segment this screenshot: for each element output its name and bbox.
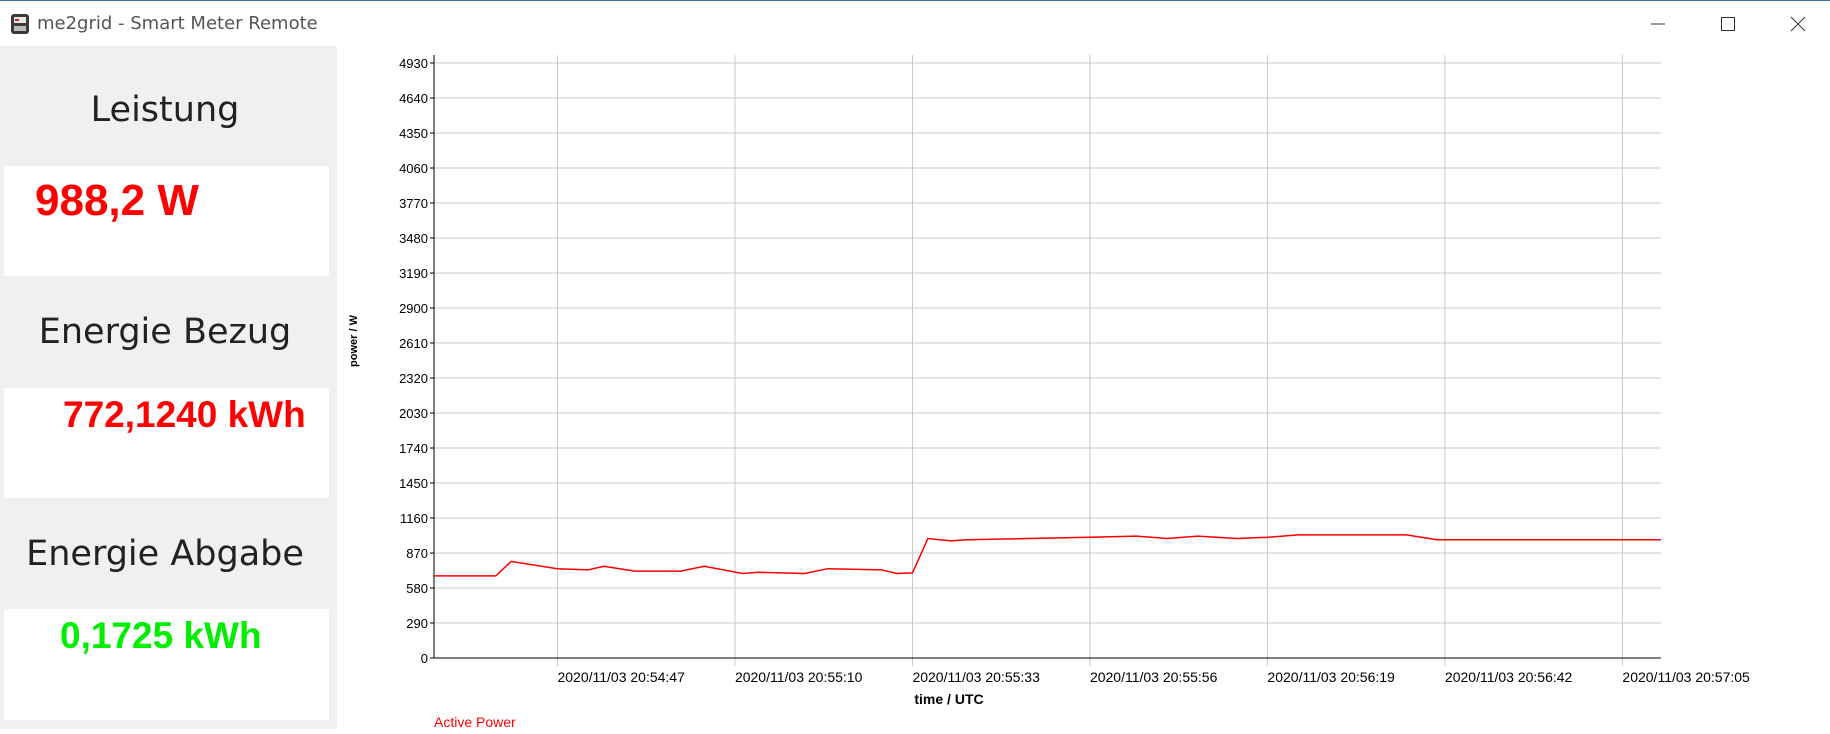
series-line-active-power <box>434 534 1661 577</box>
maximize-icon <box>1721 17 1735 31</box>
y-tick-label: 870 <box>406 546 428 561</box>
energy-import-value: 772,1240 kWh <box>63 394 306 435</box>
maximize-button[interactable] <box>1693 1 1763 47</box>
x-axis-label: time / UTC <box>914 691 983 707</box>
y-tick-label: 290 <box>406 616 428 631</box>
y-tick-label: 3480 <box>399 231 428 246</box>
x-tick-label: 2020/11/03 20:55:33 <box>912 669 1040 685</box>
y-tick-label: 0 <box>421 651 428 666</box>
minimize-icon <box>1651 23 1665 25</box>
y-tick-label: 1160 <box>400 511 428 526</box>
meter-app-icon <box>11 14 29 34</box>
power-value: 988,2 W <box>35 176 199 225</box>
x-tick-label: 2020/11/03 20:54:47 <box>557 669 685 685</box>
legend-active-power: Active Power <box>434 714 516 729</box>
y-tick-label: 4640 <box>399 91 428 106</box>
meter-sidebar: Leistung 988,2 W Energie Bezug 772,1240 … <box>0 46 337 729</box>
power-chart: 0 290 580 870 1160 1450 1740 2030 2320 2610 2900 31… <box>348 55 1750 730</box>
y-tick-label: 4350 <box>399 126 428 141</box>
x-tick-labels: 2020/11/03 20:54:47 2020/11/03 20:55:10 20… <box>557 669 1750 685</box>
y-tick-label: 2610 <box>399 336 428 351</box>
energy-export-value-box: 0,1725 kWh <box>4 609 329 720</box>
grid-lines <box>434 55 1661 666</box>
power-chart-area: 0 290 580 870 1160 1450 1740 2030 2320 2610 2900 31… <box>337 46 1830 730</box>
power-value-box: 988,2 W <box>4 166 329 276</box>
y-tick-label: 1450 <box>399 476 428 491</box>
x-tick-label: 2020/11/03 20:57:05 <box>1622 669 1750 685</box>
y-tick-label: 1740 <box>399 441 428 456</box>
x-tick-label: 2020/11/03 20:55:10 <box>735 669 863 685</box>
title-bar: me2grid - Smart Meter Remote <box>0 0 1830 46</box>
y-tick-label: 2900 <box>399 301 428 316</box>
x-tick-label: 2020/11/03 20:55:56 <box>1090 669 1218 685</box>
energy-import-label: Energie Bezug <box>38 312 292 352</box>
energy-import-value-box: 772,1240 kWh <box>4 388 329 498</box>
y-tick-label: 580 <box>406 581 428 596</box>
close-button[interactable] <box>1763 1 1830 47</box>
y-tick-label: 4060 <box>399 161 428 176</box>
y-tick-label: 2320 <box>399 371 428 386</box>
y-axis-label: power / W <box>348 314 360 367</box>
energy-export-value: 0,1725 kWh <box>60 615 262 656</box>
x-tick-label: 2020/11/03 20:56:19 <box>1267 669 1395 685</box>
window-title: me2grid - Smart Meter Remote <box>37 13 318 34</box>
close-icon <box>1790 16 1806 32</box>
y-tick-label: 3770 <box>399 196 428 211</box>
y-tick-label: 4930 <box>399 56 428 71</box>
x-tick-label: 2020/11/03 20:56:42 <box>1445 669 1573 685</box>
y-tick-label: 3190 <box>399 266 428 281</box>
power-label: Leistung <box>90 90 240 130</box>
y-tick-label: 2030 <box>399 406 428 421</box>
minimize-button[interactable] <box>1623 1 1693 47</box>
energy-export-label: Energie Abgabe <box>26 534 304 574</box>
y-tick-labels: 0 290 580 870 1160 1450 1740 2030 2320 2610 2900 31… <box>399 56 428 666</box>
